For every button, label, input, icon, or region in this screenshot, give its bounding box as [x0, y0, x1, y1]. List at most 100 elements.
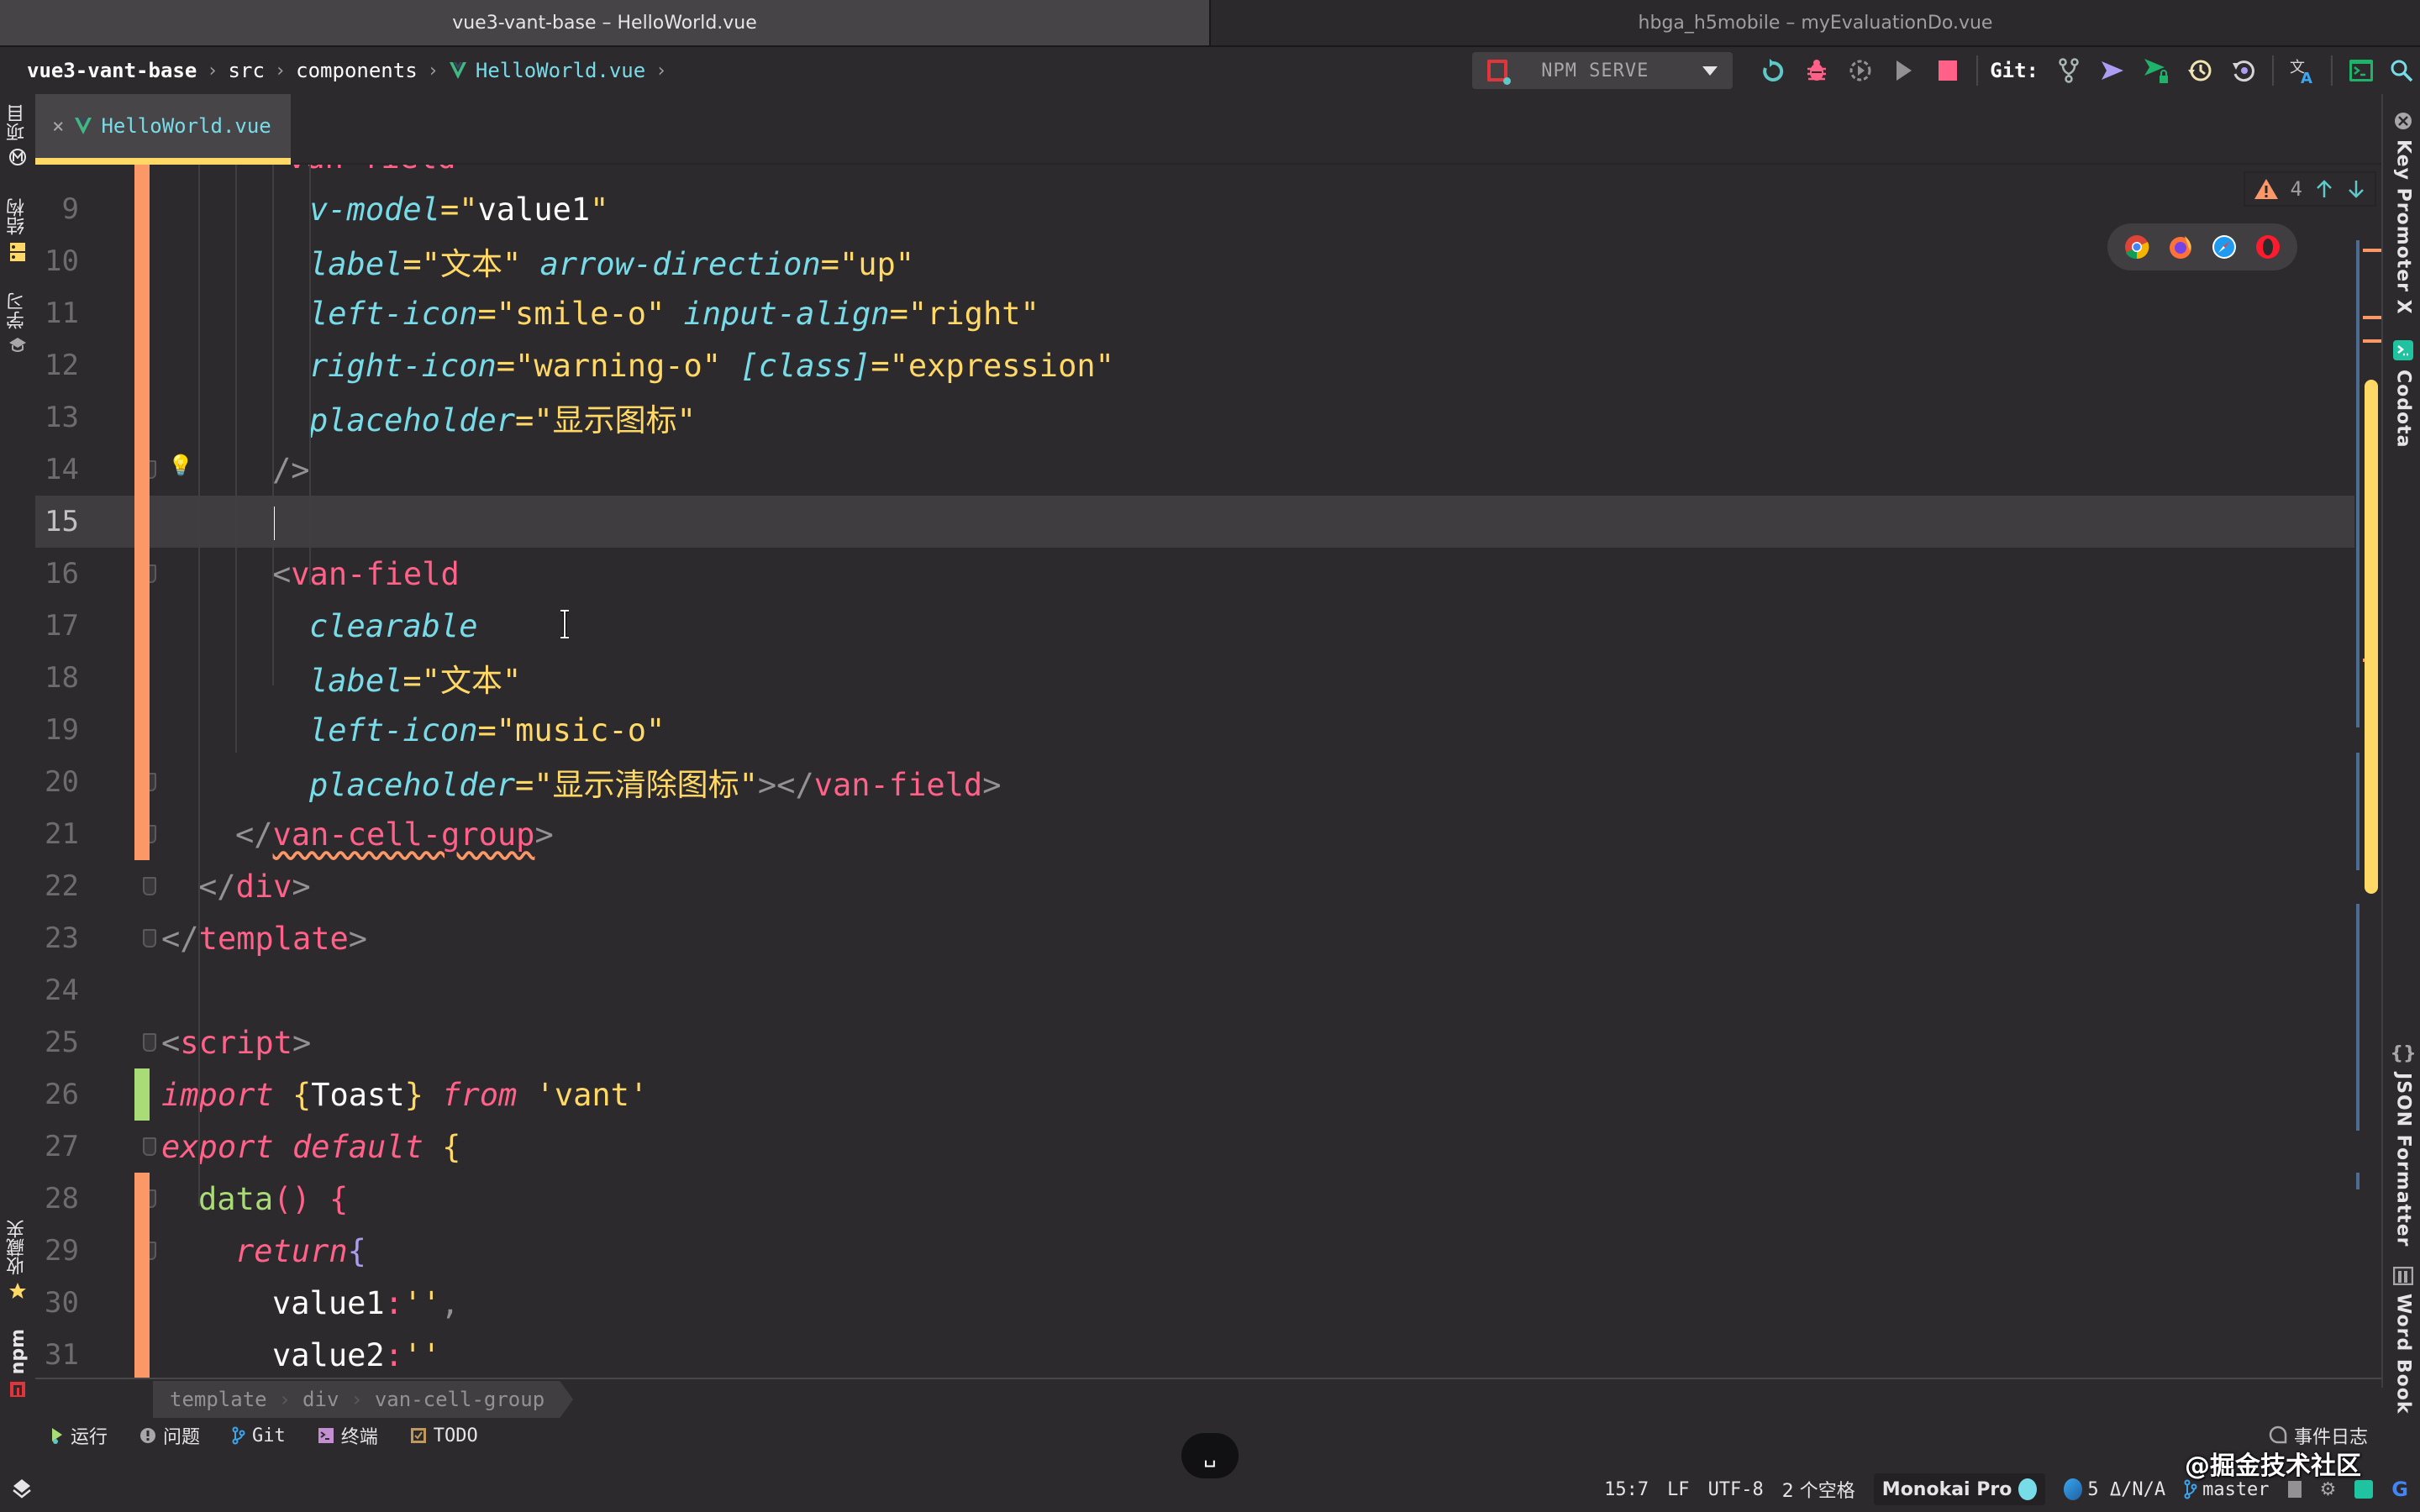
- code-line[interactable]: 15: [35, 496, 2354, 548]
- code-line[interactable]: 27 export default {: [35, 1121, 2354, 1173]
- editor-tab-helloworld[interactable]: × HelloWorld.vue: [35, 94, 291, 165]
- warning-marker[interactable]: [2363, 339, 2381, 343]
- line-number[interactable]: 18: [35, 661, 79, 695]
- code-line[interactable]: 24: [35, 964, 2354, 1016]
- indent-setting[interactable]: 2 个空格: [1782, 1476, 1855, 1503]
- line-number[interactable]: 14: [35, 453, 79, 486]
- footer-crumb-template[interactable]: template: [170, 1388, 267, 1411]
- line-number[interactable]: 26: [35, 1078, 79, 1111]
- code-line[interactable]: 21 </van-cell-group>: [35, 808, 2354, 860]
- git-rollback-button[interactable]: [2222, 52, 2265, 89]
- code-line[interactable]: 9 v-model="value1": [35, 183, 2354, 235]
- code-line[interactable]: 23 </template>: [35, 912, 2354, 964]
- line-number[interactable]: 21: [35, 817, 79, 851]
- code-line[interactable]: 11 left-icon="smile-o" input-align="right…: [35, 287, 2354, 339]
- breadcrumb-file[interactable]: HelloWorld.vue: [476, 59, 645, 82]
- warning-marker[interactable]: [2363, 316, 2381, 319]
- tool-tab-terminal[interactable]: 终端: [318, 1422, 378, 1449]
- line-number[interactable]: 17: [35, 609, 79, 643]
- code-line[interactable]: 20 placeholder="显示清除图标"></van-field>: [35, 756, 2354, 808]
- gear-icon[interactable]: ⚙: [2320, 1479, 2337, 1500]
- line-number[interactable]: 20: [35, 765, 79, 799]
- tool-window-learn[interactable]: 学习: [0, 292, 35, 353]
- code-line[interactable]: 19 left-icon="music-o": [35, 704, 2354, 756]
- tool-window-npm[interactable]: npm: [0, 1329, 35, 1398]
- opera-icon[interactable]: [2255, 234, 2281, 260]
- tool-tab-run[interactable]: 运行: [50, 1422, 108, 1449]
- fold-marker-icon[interactable]: [143, 1137, 156, 1156]
- inspections-widget[interactable]: 4: [2243, 171, 2376, 207]
- line-number[interactable]: 24: [35, 974, 79, 1007]
- run-button[interactable]: [1882, 52, 1926, 89]
- debug-button[interactable]: [1795, 52, 1839, 89]
- breadcrumb-src[interactable]: src: [229, 59, 265, 82]
- tool-windows-toggle[interactable]: [12, 1478, 32, 1504]
- code-line[interactable]: 26 import {Toast} from 'vant': [35, 1068, 2354, 1121]
- code-line[interactable]: 13 placeholder="显示图标": [35, 391, 2354, 444]
- line-ending[interactable]: LF: [1667, 1479, 1690, 1500]
- theme-selector[interactable]: Monokai Pro: [1873, 1473, 2046, 1505]
- line-number[interactable]: 16: [35, 557, 79, 591]
- line-number[interactable]: 12: [35, 349, 79, 382]
- code-line[interactable]: 22 </div>: [35, 860, 2354, 912]
- git-branch-widget[interactable]: master: [2184, 1479, 2270, 1500]
- code-line[interactable]: 12 right-icon="warning-o" [class]="expres…: [35, 339, 2354, 391]
- line-number[interactable]: 27: [35, 1130, 79, 1163]
- line-number[interactable]: 28: [35, 1182, 79, 1215]
- chrome-icon[interactable]: [2124, 234, 2149, 260]
- codota-status-icon[interactable]: [2354, 1480, 2374, 1499]
- code-line[interactable]: 18 label="文本": [35, 652, 2354, 704]
- code-line[interactable]: 10 label="文本" arrow-direction="up": [35, 235, 2354, 287]
- git-update-button[interactable]: [2047, 52, 2091, 89]
- line-number[interactable]: 22: [35, 869, 79, 903]
- vcs-modified-marker[interactable]: [134, 165, 150, 860]
- firefox-icon[interactable]: [2168, 234, 2193, 260]
- tool-tab-git[interactable]: Git: [232, 1425, 286, 1446]
- tool-window-favorites[interactable]: 收藏夹: [0, 1220, 35, 1300]
- code-line[interactable]: 28 data() {: [35, 1173, 2354, 1225]
- fold-marker-icon[interactable]: [143, 877, 156, 895]
- warning-marker[interactable]: [2363, 249, 2381, 252]
- line-number[interactable]: 29: [35, 1234, 79, 1268]
- intention-bulb-icon[interactable]: 💡: [168, 454, 193, 477]
- code-line[interactable]: 29 return{: [35, 1225, 2354, 1277]
- git-push-button[interactable]: [2091, 52, 2134, 89]
- code-line[interactable]: 30 value1:'',: [35, 1277, 2354, 1329]
- caret-position[interactable]: 15:7: [1604, 1479, 1649, 1500]
- line-number[interactable]: 13: [35, 401, 79, 434]
- code-line[interactable]: 14 /> 💡: [35, 444, 2354, 496]
- arrow-down-icon[interactable]: [2346, 179, 2366, 199]
- rerun-button[interactable]: [1751, 52, 1795, 89]
- code-line[interactable]: 17 clearable: [35, 600, 2354, 652]
- window-tab-inactive[interactable]: hbga_h5mobile – myEvaluationDo.vue: [1211, 0, 2420, 45]
- code-editor[interactable]: van-field 9v-model="value1"10label="文本" …: [35, 165, 2381, 1378]
- search-button[interactable]: [2383, 52, 2420, 89]
- line-number[interactable]: 11: [35, 297, 79, 330]
- run-configuration-select[interactable]: NPM SERVE: [1472, 52, 1733, 89]
- tool-window-json-formatter[interactable]: {} JSON Formatter: [2386, 1043, 2420, 1247]
- line-number[interactable]: 23: [35, 921, 79, 955]
- footer-crumb-van-cell-group[interactable]: van-cell-group: [375, 1388, 544, 1411]
- tool-window-codota[interactable]: Codota: [2386, 339, 2420, 448]
- terminal-button[interactable]: [2339, 52, 2383, 89]
- window-tab-active[interactable]: vue3-vant-base – HelloWorld.vue: [0, 0, 1211, 45]
- stop-button[interactable]: [1926, 52, 1970, 89]
- lock-icon[interactable]: [2287, 1481, 2302, 1498]
- tool-window-structure[interactable]: 结构: [0, 198, 35, 262]
- tool-tab-todo[interactable]: TODO: [410, 1425, 478, 1446]
- line-number[interactable]: 9: [35, 192, 79, 226]
- close-icon[interactable]: ×: [52, 114, 64, 138]
- footer-crumb-div[interactable]: div: [302, 1388, 339, 1411]
- line-number[interactable]: 10: [35, 244, 79, 278]
- fold-marker-icon[interactable]: [143, 1033, 156, 1052]
- tool-tab-problems[interactable]: 问题: [139, 1422, 200, 1449]
- translate-button[interactable]: 文A: [2281, 52, 2324, 89]
- fold-marker-icon[interactable]: [143, 929, 156, 948]
- google-icon[interactable]: G: [2391, 1478, 2408, 1501]
- line-number[interactable]: 31: [35, 1338, 79, 1372]
- vertical-scrollbar-thumb[interactable]: [2365, 380, 2378, 894]
- tool-window-word-book[interactable]: Word Book: [2386, 1267, 2420, 1414]
- code-line[interactable]: 31 value2:'': [35, 1329, 2354, 1378]
- line-number[interactable]: 25: [35, 1026, 79, 1059]
- git-history-button[interactable]: [2178, 52, 2222, 89]
